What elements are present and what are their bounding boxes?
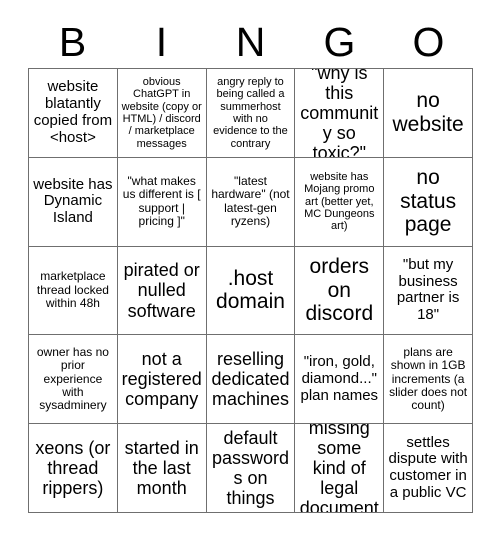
bingo-cell[interactable]: orders on discord: [295, 246, 385, 336]
bingo-header-letter-b: B: [58, 18, 87, 65]
bingo-cell[interactable]: website has Dynamic Island: [29, 157, 118, 247]
bingo-cell[interactable]: default passwords on things: [206, 424, 296, 513]
bingo-cell-label: .host domain: [216, 266, 285, 314]
bingo-cell-label: "latest hardware" (not latest-gen ryzens…: [211, 173, 290, 229]
bingo-cell[interactable]: reselling dedicated machines: [206, 335, 296, 425]
bingo-cell[interactable]: not a registered company: [117, 335, 207, 425]
bingo-cell[interactable]: settles dispute with customer in a publi…: [384, 424, 473, 513]
bingo-cell[interactable]: .host domain: [206, 246, 296, 336]
bingo-header-letter-i: I: [155, 18, 168, 65]
bingo-cell-label: missing some kind of legal document: [299, 424, 379, 513]
bingo-header-row: B I N G O: [28, 16, 473, 68]
bingo-cell-label: reselling dedicated machines: [211, 349, 290, 410]
bingo-cell[interactable]: website blatantly copied from <host>: [29, 69, 118, 158]
bingo-cell[interactable]: plans are shown in 1GB increments (a sli…: [384, 335, 473, 425]
bingo-cell-label: owner has no prior experience with sysad…: [36, 344, 109, 413]
bingo-cell-label: angry reply to being called a summerhost…: [213, 75, 288, 150]
bingo-cell[interactable]: angry reply to being called a summerhost…: [206, 69, 296, 158]
bingo-cell[interactable]: obvious ChatGPT in website (copy or HTML…: [117, 69, 207, 158]
bingo-cell-label: pirated or nulled software: [123, 260, 200, 321]
bingo-cell-label: plans are shown in 1GB increments (a sli…: [389, 344, 468, 413]
bingo-cell[interactable]: "iron, gold, diamond..." plan names: [295, 335, 385, 425]
bingo-cell-label: no website: [392, 89, 464, 136]
bingo-cell-label: website has Mojang promo art (better yet…: [304, 170, 375, 233]
bingo-cell-label: "but my business partner is 18": [396, 255, 460, 324]
bingo-cell-label: started in the last month: [124, 437, 199, 499]
bingo-cell[interactable]: marketplace thread locked within 48h: [29, 246, 118, 336]
bingo-cell[interactable]: no status page: [384, 157, 473, 247]
bingo-header-letter-o: O: [412, 18, 445, 65]
bingo-cell[interactable]: xeons (or thread rippers): [29, 424, 118, 513]
bingo-cell[interactable]: "why is this community so toxic?": [295, 69, 385, 158]
bingo-cell-label: obvious ChatGPT in website (copy or HTML…: [121, 75, 202, 150]
bingo-cell[interactable]: website has Mojang promo art (better yet…: [295, 157, 385, 247]
bingo-header-letter-g: G: [323, 18, 356, 65]
bingo-cell[interactable]: "latest hardware" (not latest-gen ryzens…: [206, 157, 296, 247]
bingo-cell[interactable]: owner has no prior experience with sysad…: [29, 335, 118, 425]
bingo-cell-label: website blatantly copied from <host>: [33, 78, 113, 146]
bingo-cell[interactable]: pirated or nulled software: [117, 246, 207, 336]
bingo-cell-label: "why is this community so toxic?": [300, 69, 379, 158]
bingo-cell-label: "iron, gold, diamond..." plan names: [300, 353, 379, 404]
bingo-cell[interactable]: missing some kind of legal document: [295, 424, 385, 513]
bingo-cell-label: not a registered company: [121, 349, 202, 410]
bingo-cell[interactable]: "what makes us different is [ support | …: [117, 157, 207, 247]
bingo-grid: website blatantly copied from <host> obv…: [28, 68, 473, 513]
bingo-cell[interactable]: "but my business partner is 18": [384, 246, 473, 336]
bingo-cell-label: "what makes us different is [ support | …: [122, 173, 201, 229]
bingo-cell-label: no status page: [400, 166, 457, 237]
bingo-cell-label: orders on discord: [305, 255, 374, 326]
bingo-cell-label: default passwords on things: [211, 427, 290, 509]
bingo-cell-label: xeons (or thread rippers): [35, 437, 111, 499]
bingo-cell-label: settles dispute with customer in a publi…: [388, 433, 468, 501]
bingo-cell-label: marketplace thread locked within 48h: [36, 269, 109, 311]
bingo-cell[interactable]: no website: [384, 69, 473, 158]
bingo-cell-label: website has Dynamic Island: [33, 175, 113, 227]
bingo-card: B I N G O website blatantly copied from …: [0, 0, 500, 544]
bingo-header-letter-n: N: [235, 18, 266, 65]
bingo-cell[interactable]: started in the last month: [117, 424, 207, 513]
